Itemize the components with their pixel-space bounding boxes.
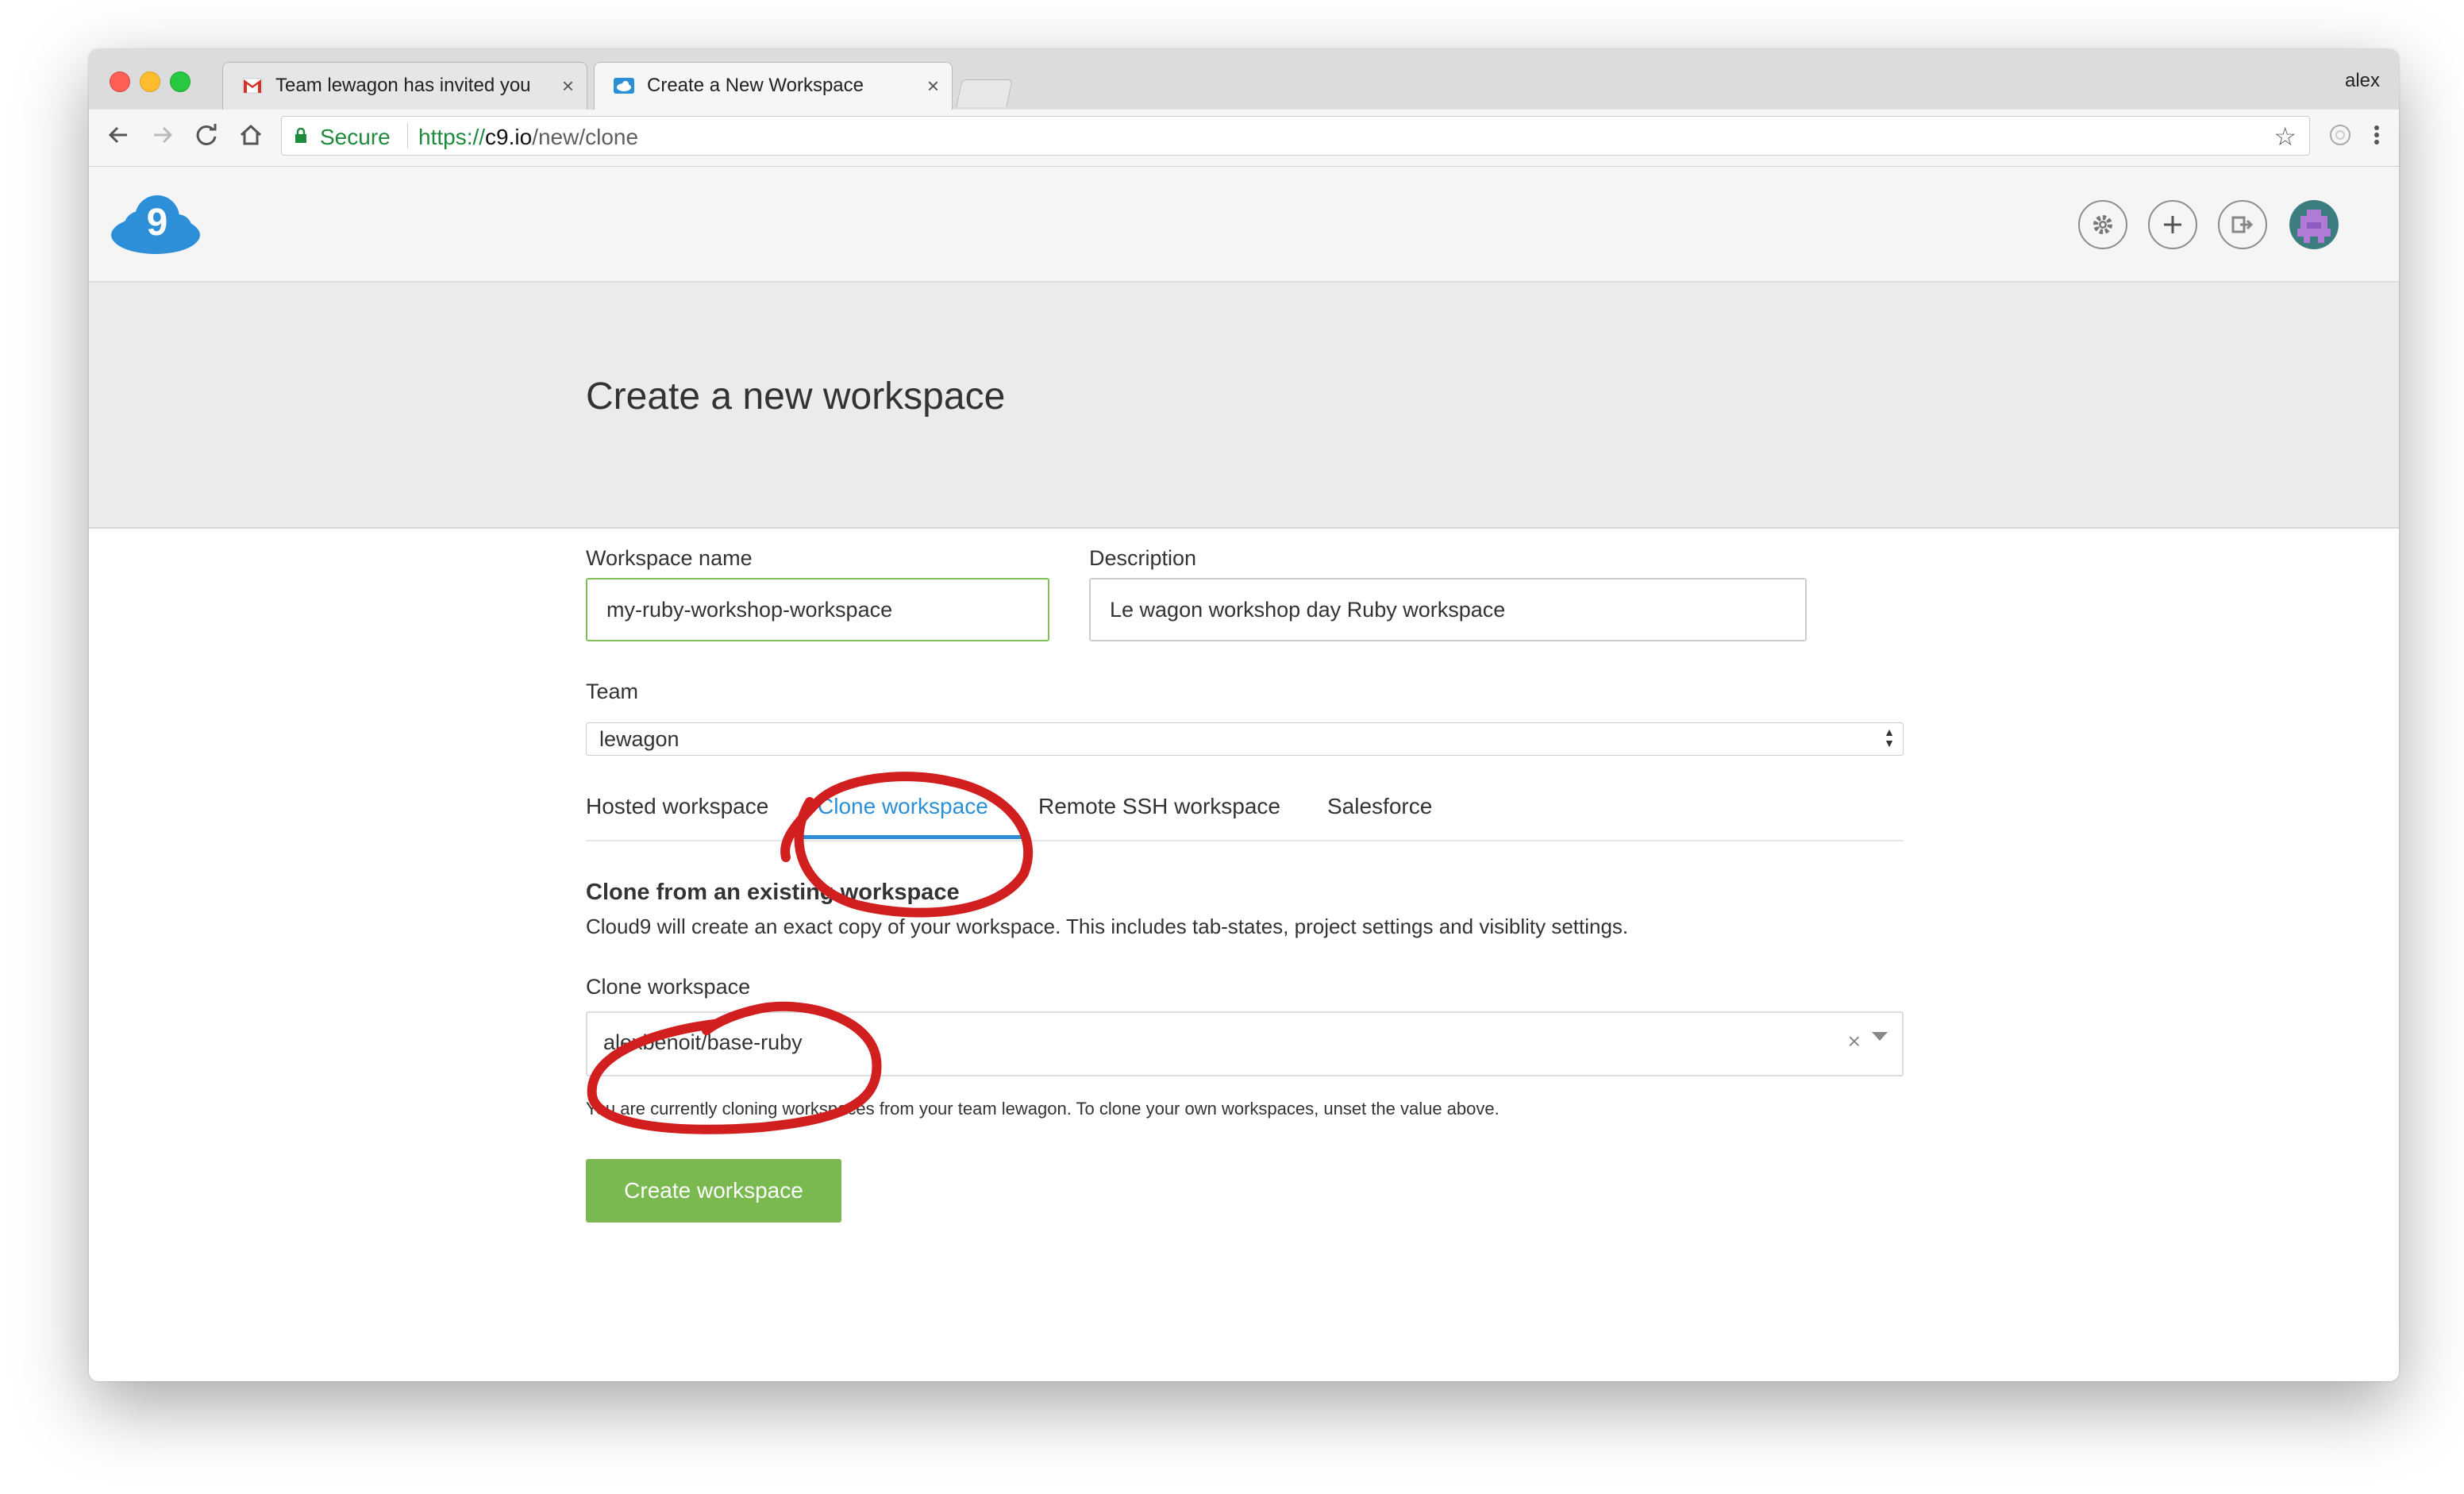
tab-remote-ssh-workspace[interactable]: Remote SSH workspace bbox=[1038, 794, 1280, 819]
active-tab-underline bbox=[800, 835, 1022, 839]
url-path: /new/clone bbox=[532, 125, 639, 149]
c9-page: 9 Create a new workspace Workspace name … bbox=[89, 167, 2399, 1381]
logo-nine: 9 bbox=[147, 202, 168, 244]
url-scheme: https:// bbox=[418, 125, 486, 149]
tab-title: Team lewagon has invited you bbox=[275, 75, 531, 96]
section-title: Clone from an existing workspace bbox=[586, 880, 960, 905]
cloud9-logo[interactable]: 9 bbox=[108, 194, 203, 256]
extension-icon[interactable] bbox=[2324, 119, 2356, 151]
plus-icon[interactable] bbox=[2148, 200, 2197, 249]
new-tab-button[interactable] bbox=[956, 79, 1013, 107]
minimize-window-button[interactable] bbox=[140, 71, 160, 92]
page-title: Create a new workspace bbox=[586, 375, 1006, 418]
close-tab-icon[interactable]: × bbox=[927, 63, 939, 109]
avatar[interactable] bbox=[2289, 200, 2339, 249]
new-workspace-form: Workspace name my-ruby-workshop-workspac… bbox=[586, 529, 1904, 1323]
url-separator bbox=[407, 123, 408, 148]
workspace-name-input[interactable]: my-ruby-workshop-workspace bbox=[586, 578, 1049, 641]
reload-icon[interactable] bbox=[191, 119, 222, 151]
description-input[interactable]: Le wagon workshop day Ruby workspace bbox=[1089, 578, 1807, 641]
select-arrows-icon: ▲ ▼ bbox=[1884, 726, 1895, 749]
url-text: https://c9.io/new/clone bbox=[418, 125, 638, 150]
logout-icon[interactable] bbox=[2218, 200, 2267, 249]
tab-hosted-workspace[interactable]: Hosted workspace bbox=[586, 794, 768, 819]
tab-strip: Team lewagon has invited you × Create a … bbox=[89, 49, 2399, 110]
profile-name[interactable]: alex bbox=[2345, 70, 2380, 92]
c9-header: 9 bbox=[89, 167, 2399, 283]
workspace-name-label: Workspace name bbox=[586, 546, 753, 570]
team-label: Team bbox=[586, 680, 639, 703]
workspace-type-tabs: Hosted workspace Clone workspace Remote … bbox=[586, 778, 1904, 841]
description-label: Description bbox=[1089, 546, 1197, 570]
clone-workspace-select[interactable]: alexbenoit/base-ruby × bbox=[586, 1011, 1904, 1076]
tab-title: Create a New Workspace bbox=[647, 75, 864, 96]
clone-workspace-value: alexbenoit/base-ruby bbox=[603, 1030, 803, 1054]
clone-workspace-label: Clone workspace bbox=[586, 975, 751, 999]
gear-icon[interactable] bbox=[2078, 200, 2127, 249]
forward-arrow-icon[interactable] bbox=[146, 119, 178, 151]
chevron-down-icon[interactable] bbox=[1872, 1032, 1888, 1041]
lock-icon bbox=[295, 128, 306, 143]
clear-selection-icon[interactable]: × bbox=[1848, 1029, 1861, 1054]
hero-banner: Create a new workspace bbox=[89, 283, 2399, 529]
cloud9-icon bbox=[614, 78, 634, 94]
secure-label: Secure bbox=[320, 125, 391, 149]
menu-kebab-icon[interactable] bbox=[2361, 119, 2393, 151]
tab-salesforce[interactable]: Salesforce bbox=[1327, 794, 1432, 819]
create-workspace-button[interactable]: Create workspace bbox=[586, 1159, 841, 1223]
back-arrow-icon[interactable] bbox=[103, 119, 135, 151]
clone-hint-text: You are currently cloning workspaces fro… bbox=[586, 1099, 1500, 1119]
browser-window: Team lewagon has invited you × Create a … bbox=[89, 49, 2399, 1381]
close-tab-icon[interactable]: × bbox=[562, 63, 574, 109]
section-description: Cloud9 will create an exact copy of your… bbox=[586, 914, 1629, 938]
bookmark-star-icon[interactable]: ☆ bbox=[2273, 121, 2297, 152]
url-host: c9.io bbox=[485, 125, 533, 149]
browser-toolbar: Secure https://c9.io/new/clone ☆ bbox=[89, 110, 2399, 167]
address-bar[interactable]: Secure https://c9.io/new/clone ☆ bbox=[281, 116, 2310, 156]
gmail-icon bbox=[242, 78, 263, 94]
browser-tab-c9[interactable]: Create a New Workspace × bbox=[594, 62, 953, 110]
team-select-value: lewagon bbox=[599, 727, 680, 751]
browser-tab-gmail[interactable]: Team lewagon has invited you × bbox=[222, 62, 587, 110]
team-select[interactable]: lewagon ▲ ▼ bbox=[586, 722, 1904, 756]
zoom-window-button[interactable] bbox=[170, 71, 191, 92]
home-icon[interactable] bbox=[235, 119, 267, 151]
tab-clone-workspace[interactable]: Clone workspace bbox=[818, 794, 988, 819]
close-window-button[interactable] bbox=[110, 71, 130, 92]
